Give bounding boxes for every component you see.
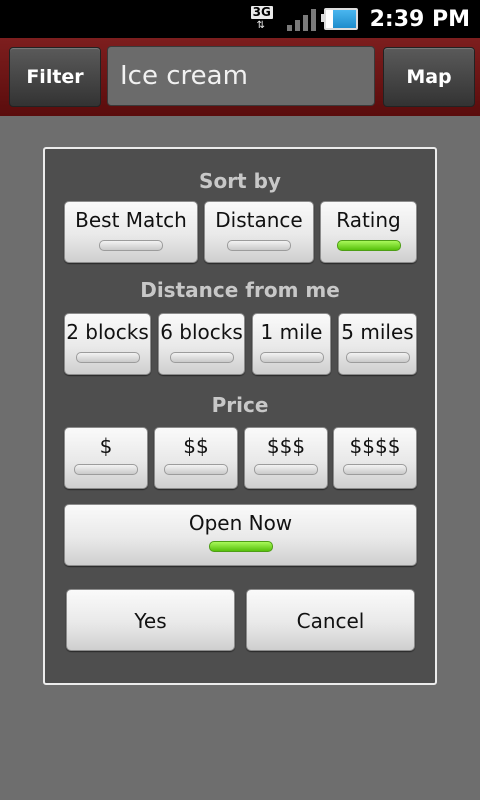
clock: 2:39 PM — [369, 6, 470, 32]
status-icons: 3G ⇅ 2:39 PM — [250, 0, 470, 38]
distance-1-mile-indicator — [259, 352, 324, 363]
price-1-label: $ — [99, 434, 113, 458]
price-2-indicator — [164, 464, 228, 475]
distance-2-blocks-indicator — [75, 352, 140, 363]
sort-by-title: Sort by — [199, 169, 281, 193]
sort-distance-label: Distance — [215, 208, 303, 232]
sort-distance-indicator — [227, 240, 291, 251]
price-4-button[interactable]: $$$$ — [333, 427, 417, 489]
sort-best-match-label: Best Match — [75, 208, 187, 232]
network-type-label: 3G — [250, 5, 273, 19]
distance-2-blocks-button[interactable]: 2 blocks — [64, 313, 151, 375]
price-4-label: $$$$ — [349, 434, 401, 458]
open-now-label: Open Now — [188, 511, 293, 535]
yes-button[interactable]: Yes — [66, 589, 235, 651]
sort-best-match-indicator — [99, 240, 163, 251]
price-3-button[interactable]: $$$ — [244, 427, 328, 489]
sort-rating-indicator — [336, 240, 401, 251]
sort-rating-button[interactable]: Rating — [320, 201, 417, 263]
price-1-button[interactable]: $ — [64, 427, 148, 489]
yes-label: Yes — [134, 609, 167, 633]
sort-best-match-button[interactable]: Best Match — [64, 201, 198, 263]
cancel-button[interactable]: Cancel — [246, 589, 415, 651]
filter-button[interactable]: Filter — [9, 47, 101, 107]
open-now-toggle[interactable]: Open Now — [64, 504, 417, 566]
cancel-label: Cancel — [296, 609, 365, 633]
distance-5-miles-button[interactable]: 5 miles — [338, 313, 417, 375]
battery-icon — [320, 8, 358, 30]
status-bar: 3G ⇅ 2:39 PM — [0, 0, 480, 38]
price-1-indicator — [74, 464, 138, 475]
distance-5-miles-indicator — [345, 352, 410, 363]
price-4-indicator — [343, 464, 407, 475]
open-now-indicator — [208, 541, 273, 552]
price-2-label: $$ — [183, 434, 209, 458]
price-title: Price — [211, 393, 269, 417]
distance-6-blocks-indicator — [169, 352, 234, 363]
signal-strength-icon — [286, 7, 316, 31]
distance-6-blocks-button[interactable]: 6 blocks — [158, 313, 245, 375]
distance-1-mile-button[interactable]: 1 mile — [252, 313, 331, 375]
sort-distance-button[interactable]: Distance — [204, 201, 314, 263]
sort-rating-label: Rating — [336, 208, 401, 232]
distance-2-blocks-label: 2 blocks — [66, 320, 149, 344]
price-2-button[interactable]: $$ — [154, 427, 238, 489]
distance-6-blocks-label: 6 blocks — [160, 320, 243, 344]
network-3g-icon: 3G ⇅ — [250, 5, 273, 31]
distance-5-miles-label: 5 miles — [341, 320, 414, 344]
price-3-label: $$$ — [266, 434, 306, 458]
price-3-indicator — [254, 464, 318, 475]
map-button[interactable]: Map — [383, 47, 475, 107]
action-bar: Filter Ice cream Map — [0, 38, 480, 116]
search-input[interactable]: Ice cream — [107, 46, 375, 106]
filter-dialog: Sort by Best Match Distance Rating Dista… — [43, 147, 437, 685]
distance-1-mile-label: 1 mile — [260, 320, 323, 344]
distance-title: Distance from me — [140, 278, 340, 302]
